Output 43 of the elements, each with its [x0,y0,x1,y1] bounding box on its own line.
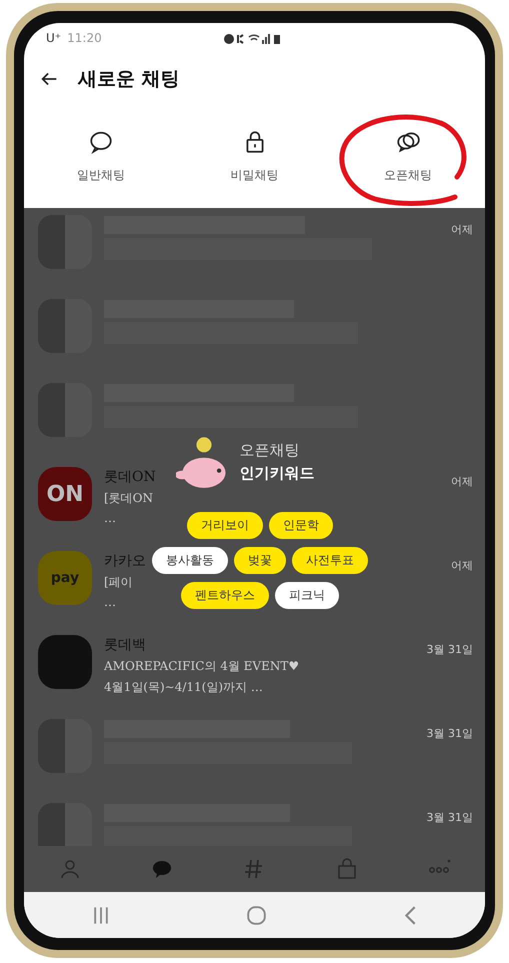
chat-avatar: pay [38,551,92,605]
keyword-chip[interactable]: 벚꽃 [234,547,286,574]
chat-avatar: ON [38,467,92,521]
keyword-chip[interactable]: 인문학 [269,512,333,539]
blurred-avatar [38,719,92,773]
chat-time: 어제 [451,558,473,573]
chat-time: 어제 [451,474,473,489]
carrier-label: U⁺ [46,31,62,45]
popup-subtitle: 인기키워드 [240,464,314,483]
chat-name: 롯데백 [104,636,146,654]
keyword-chip[interactable]: 사전투표 [292,547,368,574]
chat-name: 롯데ON [104,468,156,486]
blurred-avatar [38,803,92,846]
popup-title: 오픈채팅 [240,441,300,460]
chat-preview: … [104,511,116,525]
chat-preview: AMOREPACIFIC의 4월 EVENT♥ [104,658,300,675]
status-icons [223,32,282,44]
recent-apps-icon [94,906,108,924]
keyword-chip[interactable]: 펜트하우스 [181,582,269,609]
screen-title: 새로운 채팅 [78,67,180,92]
blurred-avatar [38,215,92,269]
chat-preview: [페이 [104,574,133,591]
chat-preview: [롯데ON [104,490,154,507]
chat-avatar [38,635,92,689]
chat-type-option[interactable]: 비밀채팅 [178,105,332,208]
keyword-chip[interactable]: 거리보이 [187,512,263,539]
blurred-avatar [38,383,92,437]
chat-time: 3월 31일 [426,642,473,657]
chat-time: 3월 31일 [426,726,473,741]
home-icon [246,906,266,924]
chat-time: 3월 31일 [426,810,473,825]
blurred-avatar [38,299,92,353]
clock-time: 11:20 [67,31,102,45]
chat-name: 카카오 [104,552,146,570]
chat-preview: 4월1일(목)~4/11(일)까지 … [104,679,263,696]
chat-type-option[interactable]: 일반채팅 [24,105,178,208]
speech-bubble-icon [88,129,114,155]
chat-time: 어제 [451,222,473,237]
chat-preview: … [104,595,116,609]
back-icon [404,906,416,924]
chat-type-option[interactable]: 오픈채팅 [331,105,485,208]
keyword-chip[interactable]: 피크닉 [275,582,339,609]
keyword-chip[interactable]: 봉사활동 [152,547,228,574]
